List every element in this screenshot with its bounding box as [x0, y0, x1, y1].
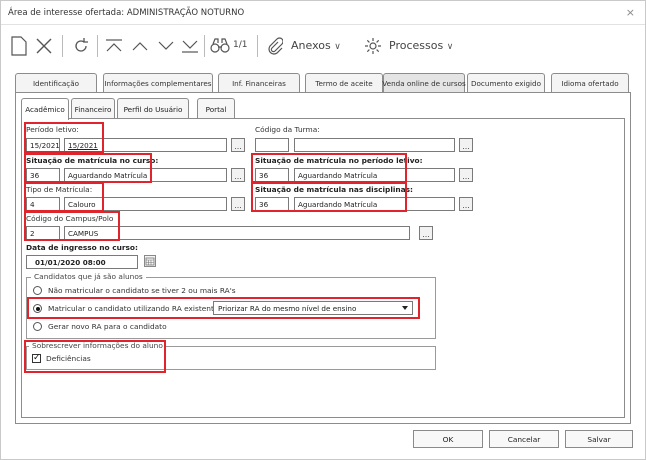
codigo-turma-desc-field[interactable] [294, 138, 455, 152]
codigo-turma-code-field[interactable] [255, 138, 289, 152]
tab-informacoes-complementares[interactable]: Informações complementares [103, 73, 213, 93]
binoculars-icon[interactable] [209, 34, 231, 58]
toolbar-separator [62, 35, 63, 57]
tipo-matricula-code-field[interactable]: 4 [26, 197, 60, 211]
paperclip-icon[interactable] [265, 34, 285, 58]
processes-label: Processos [389, 39, 444, 52]
campus-lookup-button[interactable]: ... [419, 226, 433, 240]
campus-desc-field[interactable]: CAMPUS [64, 226, 410, 240]
tab-academico[interactable]: Acadêmico [21, 98, 69, 120]
tab-perfil-usuario[interactable]: Perfil do Usuário [117, 98, 189, 119]
tab-financeiro[interactable]: Financeiro [71, 98, 115, 119]
save-button[interactable]: Salvar [565, 430, 633, 448]
tab-venda-online[interactable]: Venda online de cursos [382, 73, 466, 93]
tipo-matricula-lookup-button[interactable]: ... [231, 197, 245, 211]
periodo-letivo-lookup-button[interactable]: ... [231, 138, 245, 152]
codigo-turma-lookup-button[interactable]: ... [459, 138, 473, 152]
campus-label: Código do Campus/Polo [26, 214, 114, 223]
sit-periodo-lookup-button[interactable]: ... [459, 168, 473, 182]
cancel-button[interactable]: Cancelar [489, 430, 559, 448]
tab-identificacao[interactable]: Identificação [15, 73, 97, 93]
outer-tab-bar: Identificação Informações complementares… [15, 73, 631, 93]
campus-code-field[interactable]: 2 [26, 226, 60, 240]
page-counter: 1/1 [233, 40, 248, 50]
deficiencias-checkbox[interactable]: ✓ [32, 354, 41, 363]
sit-disciplinas-lookup-button[interactable]: ... [459, 197, 473, 211]
tab-documento-exigido[interactable]: Documento exigido [467, 73, 545, 93]
ok-button[interactable]: OK [413, 430, 483, 448]
chevron-down-icon: ∨ [446, 42, 454, 52]
ingresso-label: Data de ingresso no curso: [26, 243, 138, 252]
sit-disciplinas-desc-field[interactable]: Aguardando Matrícula [294, 197, 455, 211]
calendar-icon[interactable] [144, 255, 156, 267]
previous-record-icon[interactable] [129, 34, 151, 58]
tab-inf-financeiras[interactable]: Inf. Financeiras [218, 73, 300, 93]
tipo-matricula-label: Tipo de Matrícula: [26, 185, 93, 194]
periodo-letivo-label: Período letivo: [26, 125, 79, 134]
dropdown-arrow-icon [402, 306, 408, 310]
sit-disciplinas-code-field[interactable]: 36 [255, 197, 289, 211]
toolbar-separator [97, 35, 98, 57]
sit-periodo-code-field[interactable]: 36 [255, 168, 289, 182]
toolbar-separator [257, 35, 258, 57]
codigo-turma-label: Código da Turma: [255, 125, 320, 134]
periodo-letivo-code-field[interactable]: 15/2021 [26, 138, 60, 152]
deficiencias-label: Deficiências [46, 354, 91, 363]
attachments-menu[interactable]: Anexos ∨ [291, 39, 341, 52]
radio-gerar-novo-ra-label: Gerar novo RA para o candidato [48, 322, 167, 331]
inner-tab-bar: Acadêmico Financeiro Perfil do Usuário P… [21, 98, 321, 120]
radio-gerar-novo-ra[interactable] [33, 322, 42, 331]
sit-periodo-label: Situação de matrícula no período letivo: [255, 156, 423, 165]
window-title: Área de interesse ofertada: ADMINISTRAÇÃ… [8, 8, 245, 18]
last-record-icon[interactable] [179, 34, 201, 58]
sit-periodo-desc-field[interactable]: Aguardando Matrícula [294, 168, 455, 182]
sit-curso-lookup-button[interactable]: ... [231, 168, 245, 182]
sit-curso-label: Situação de matrícula no curso: [26, 156, 159, 165]
tab-termo-de-aceite[interactable]: Termo de aceite [305, 73, 383, 93]
sit-curso-desc-field[interactable]: Aguardando Matrícula [64, 168, 227, 182]
first-record-icon[interactable] [103, 34, 125, 58]
tab-idioma-ofertado[interactable]: Idioma ofertado [551, 73, 629, 93]
radio-matricular-ra-existente-label: Matricular o candidato utilizando RA exi… [48, 304, 219, 313]
periodo-letivo-desc-field[interactable]: 15/2021 [64, 138, 227, 152]
ingresso-date-field[interactable]: 01/01/2020 08:00 [26, 255, 138, 269]
candidatos-group-title: Candidatos que já são alunos [31, 272, 146, 281]
toolbar-separator [204, 35, 205, 57]
new-document-icon[interactable] [9, 34, 29, 58]
sit-disciplinas-label: Situação de matrícula nas disciplinas: [255, 185, 413, 194]
refresh-icon[interactable] [71, 34, 91, 58]
attachments-label: Anexos [291, 39, 331, 52]
radio-nao-matricular[interactable] [33, 286, 42, 295]
chevron-down-icon: ∨ [334, 42, 341, 52]
delete-icon[interactable] [33, 34, 55, 58]
next-record-icon[interactable] [155, 34, 177, 58]
radio-matricular-ra-existente[interactable] [33, 304, 42, 313]
toolbar: 1/1 Anexos ∨ Processos ∨ [1, 26, 645, 66]
priorizar-ra-select-value: Priorizar RA do mesmo nível de ensino [218, 304, 357, 313]
gear-icon[interactable] [363, 34, 383, 58]
dialog-window: Área de interesse ofertada: ADMINISTRAÇÃ… [0, 0, 646, 460]
sobrescrever-group-title: Sobrescrever informações do aluno [29, 341, 166, 350]
tipo-matricula-desc-field[interactable]: Calouro [64, 197, 227, 211]
radio-nao-matricular-label: Não matricular o candidato se tiver 2 ou… [48, 286, 236, 295]
title-bar: Área de interesse ofertada: ADMINISTRAÇÃ… [1, 1, 645, 25]
processes-menu[interactable]: Processos ∨ [389, 39, 453, 52]
close-icon[interactable]: × [626, 6, 635, 19]
tab-portal[interactable]: Portal [197, 98, 235, 119]
sit-curso-code-field[interactable]: 36 [26, 168, 60, 182]
priorizar-ra-select[interactable]: Priorizar RA do mesmo nível de ensino [213, 301, 413, 315]
periodo-letivo-desc-link[interactable]: 15/2021 [68, 141, 98, 150]
